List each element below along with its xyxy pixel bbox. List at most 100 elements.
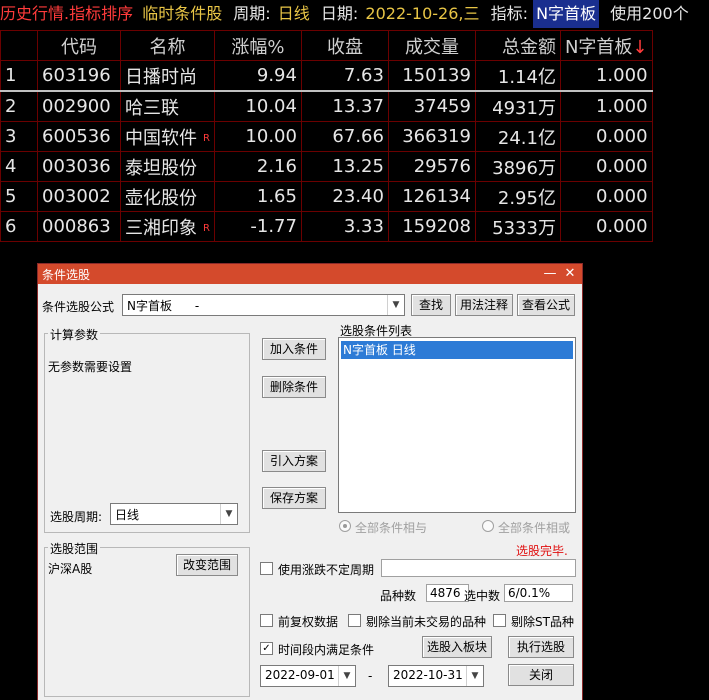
- col-header-amount[interactable]: 总金额: [474, 30, 561, 61]
- table-row[interactable]: 3 600536 中国软件 R 10.00 67.66 366319 24.1亿 …: [0, 121, 653, 152]
- row-pct: 2.16: [213, 151, 302, 182]
- delete-condition-button[interactable]: 删除条件: [262, 376, 326, 398]
- row-pct: -1.77: [213, 211, 302, 242]
- row-name-text: 壶化股份: [125, 187, 197, 209]
- row-pct: 9.94: [213, 60, 302, 92]
- to-block-button[interactable]: 选股入板块: [422, 636, 492, 658]
- params-group-label: 计算参数: [48, 326, 101, 343]
- row-volume: 159208: [387, 211, 476, 242]
- date-from-combo[interactable]: 2022-09-01 ▼: [260, 665, 356, 687]
- row-index: 3: [0, 121, 38, 152]
- close-button[interactable]: 关闭: [508, 664, 574, 686]
- row-code: 003002: [37, 181, 121, 212]
- row-volume: 150139: [387, 60, 476, 92]
- execute-button[interactable]: 执行选股: [508, 636, 574, 658]
- formula-label: 条件选股公式: [42, 300, 115, 314]
- row-name-text: 日播时尚: [125, 66, 197, 88]
- row-amount: 4931万: [474, 90, 561, 122]
- exclude-st-checkbox[interactable]: [493, 614, 506, 627]
- period-combo-value: 日线: [115, 508, 140, 522]
- row-nzishouban: 0.000: [559, 151, 653, 182]
- period-caption: 周期:: [233, 4, 271, 23]
- row-code: 002900: [37, 90, 121, 122]
- radio-and[interactable]: [339, 520, 351, 532]
- row-code: 003036: [37, 151, 121, 182]
- table-row[interactable]: 4 003036 泰坦股份 2.16 13.25 29576 3896万 0.0…: [0, 151, 653, 182]
- variety-count-label: 品种数: [380, 589, 417, 603]
- chevron-down-icon[interactable]: ▼: [387, 295, 404, 315]
- usage-note-button[interactable]: 用法注释: [455, 294, 513, 316]
- title-bar: 历史行情.指标排序 临时条件股 周期: 日线 日期: 2022-10-26,三 …: [0, 0, 709, 28]
- indicator-value[interactable]: N字首板: [533, 0, 600, 28]
- col-header-pct[interactable]: 涨幅%: [213, 30, 302, 61]
- row-nzishouban: 1.000: [559, 90, 653, 122]
- row-amount: 24.1亿: [474, 121, 561, 152]
- pre-adjust-label: 前复权数据: [278, 615, 339, 629]
- row-volume: 366319: [387, 121, 476, 152]
- table-row[interactable]: 1 603196 日播时尚 9.94 7.63 150139 1.14亿 1.0…: [0, 60, 653, 92]
- chevron-down-icon[interactable]: ▼: [466, 666, 483, 686]
- date-from-value: 2022-09-01: [265, 668, 335, 682]
- close-icon[interactable]: ✕: [562, 266, 578, 282]
- change-range-button[interactable]: 改变范围: [176, 554, 238, 576]
- row-nzishouban: 1.000: [559, 60, 653, 92]
- row-name: 日播时尚: [120, 60, 215, 92]
- col-header-volume[interactable]: 成交量: [387, 30, 476, 61]
- pre-adjust-checkbox[interactable]: [260, 614, 273, 627]
- exclude-untraded-checkbox[interactable]: [348, 614, 361, 627]
- radio-or[interactable]: [482, 520, 494, 532]
- row-name-text: 中国软件: [125, 127, 197, 149]
- period-combo[interactable]: 日线 ▼: [110, 503, 238, 525]
- variety-count-field: 4876: [426, 584, 469, 602]
- col-header-name[interactable]: 名称: [120, 30, 215, 61]
- col-header-close[interactable]: 收盘: [300, 30, 389, 61]
- row-volume: 29576: [387, 151, 476, 182]
- chevron-down-icon[interactable]: ▼: [338, 666, 355, 686]
- row-pct: 10.04: [213, 90, 302, 122]
- table-row[interactable]: 5 003002 壶化股份 1.65 23.40 126134 2.95亿 0.…: [0, 181, 653, 212]
- row-name: 泰坦股份: [120, 151, 215, 182]
- radio-and-label: 全部条件相与: [355, 521, 428, 535]
- save-plan-button[interactable]: 保存方案: [262, 487, 326, 509]
- table-row[interactable]: 6 000863 三湘印象 R -1.77 3.33 159208 5333万 0…: [0, 211, 653, 242]
- date-to-combo[interactable]: 2022-10-31 ▼: [388, 665, 484, 687]
- date-separator: -: [368, 669, 373, 683]
- col-header-index: [0, 30, 38, 61]
- chevron-down-icon[interactable]: ▼: [220, 504, 237, 524]
- row-close: 7.63: [300, 60, 389, 92]
- dialog-titlebar[interactable]: 条件选股 — ✕: [38, 264, 582, 284]
- row-name-text: 泰坦股份: [125, 157, 197, 179]
- row-nzishouban: 0.000: [559, 121, 653, 152]
- dialog-title: 条件选股: [42, 268, 91, 282]
- row-nzishouban: 0.000: [559, 211, 653, 242]
- row-index: 2: [0, 90, 38, 122]
- col-header-nzishouban[interactable]: N字首板↓: [559, 30, 653, 61]
- import-plan-button[interactable]: 引入方案: [262, 450, 326, 472]
- row-nzishouban: 0.000: [559, 181, 653, 212]
- row-name: 壶化股份: [120, 181, 215, 212]
- period-value: 日线: [277, 4, 310, 23]
- stock-table: 代码 名称 涨幅% 收盘 成交量 总金额 N字首板↓ 1 603196 日播时尚…: [0, 30, 653, 242]
- row-amount: 3896万: [474, 151, 561, 182]
- table-row[interactable]: 2 002900 哈三联 10.04 13.37 37459 4931万 1.0…: [0, 90, 653, 122]
- condition-listbox[interactable]: N字首板 日线: [338, 337, 576, 513]
- table-header-row: 代码 名称 涨幅% 收盘 成交量 总金额 N字首板↓: [0, 30, 653, 61]
- exclude-st-label: 剔除ST品种: [511, 615, 574, 629]
- variable-period-input[interactable]: [381, 559, 576, 577]
- minimize-icon[interactable]: —: [542, 266, 558, 282]
- exclude-untraded-label: 剔除当前未交易的品种: [366, 615, 487, 629]
- view-formula-button[interactable]: 查看公式: [517, 294, 575, 316]
- find-button[interactable]: 查找: [411, 294, 451, 316]
- date-value: 2022-10-26,三: [365, 4, 480, 23]
- row-name: 三湘印象 R: [120, 211, 215, 242]
- row-code: 600536: [37, 121, 121, 152]
- row-name: 中国软件 R: [120, 121, 215, 152]
- col-header-code[interactable]: 代码: [37, 30, 121, 61]
- date-caption: 日期:: [320, 4, 359, 23]
- variable-period-checkbox[interactable]: [260, 562, 273, 575]
- row-volume: 37459: [387, 90, 476, 122]
- add-condition-button[interactable]: 加入条件: [262, 338, 326, 360]
- list-item[interactable]: N字首板 日线: [341, 341, 573, 359]
- formula-combo[interactable]: N字首板 - ▼: [122, 294, 405, 316]
- time-range-checkbox[interactable]: ✓: [260, 642, 273, 655]
